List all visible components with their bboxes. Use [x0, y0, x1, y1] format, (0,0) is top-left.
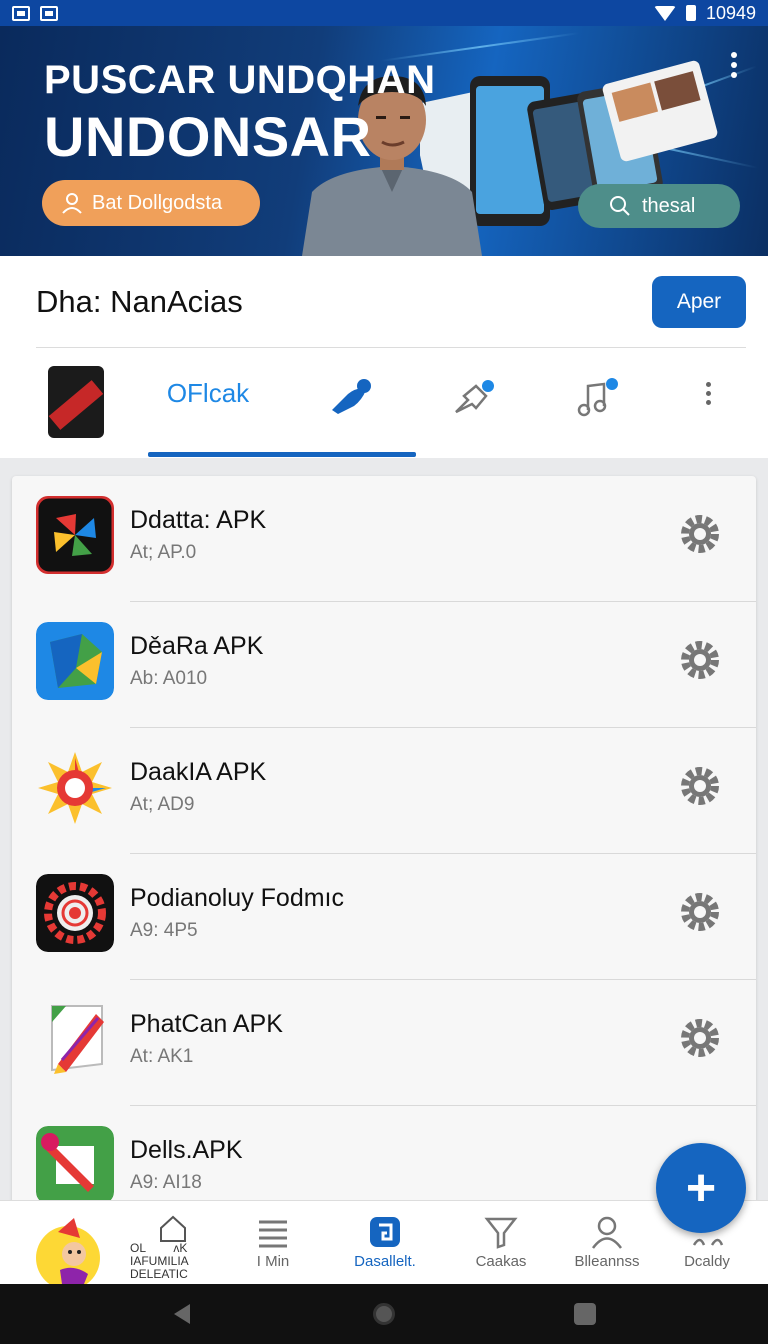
list-icon	[259, 1220, 287, 1248]
gallery-notification-icon	[40, 5, 58, 21]
caption-line: DELEATIC	[130, 1267, 188, 1281]
app-screen: 10949 PUSCAR UNDQHAN UNDONSAR Bat Dollgo…	[0, 0, 768, 1344]
app-subtitle: At; AP.0	[130, 542, 197, 563]
nav-item-caakas[interactable]: Caakas	[446, 1209, 556, 1281]
settings-gear-icon[interactable]	[678, 512, 722, 556]
hero-search-button[interactable]: thesal	[578, 184, 740, 228]
plus-icon: +	[685, 1159, 717, 1217]
status-time: 10949	[705, 2, 756, 23]
list-item[interactable]: Ddatta: APK At; AP.0	[12, 476, 756, 602]
nav-label: Dasallelt.	[354, 1253, 416, 1270]
funnel-icon	[484, 1217, 518, 1249]
folded-map-icon	[36, 622, 114, 700]
hero-title-line1: PUSCAR UNDQHAN	[44, 58, 436, 102]
tab-indicator	[148, 452, 416, 457]
home-button-icon[interactable]	[373, 1303, 395, 1325]
app-subtitle: Ab: A010	[130, 668, 208, 689]
recents-icon[interactable]	[574, 1303, 596, 1325]
rocket-icon[interactable]	[326, 374, 374, 420]
person-icon	[591, 1216, 623, 1249]
pin-icon[interactable]	[450, 374, 498, 420]
wifi-icon	[653, 5, 676, 21]
app-name: Podianoluy Fodmıc	[130, 884, 345, 912]
app-name: PhatCan APK	[130, 1010, 283, 1038]
settings-gear-icon[interactable]	[678, 1016, 722, 1060]
hero-primary-button[interactable]: Bat Dollgodsta	[42, 180, 260, 226]
music-icon[interactable]	[574, 374, 622, 420]
tab-thumbnail[interactable]	[48, 366, 104, 438]
search-icon	[610, 196, 630, 216]
add-button[interactable]: +	[656, 1143, 746, 1233]
user-icon	[62, 193, 82, 214]
app-name: Ddatta: APK	[130, 506, 267, 534]
overflow-menu-icon[interactable]	[728, 52, 740, 78]
app-subtitle: At; AD9	[130, 794, 195, 815]
nav-label: Caakas	[475, 1253, 527, 1270]
notification-icon	[12, 5, 30, 21]
settings-gear-icon[interactable]	[678, 890, 722, 934]
hero-primary-label: Bat Dollgodsta	[92, 191, 223, 214]
app-list: Ddatta: APK At; AP.0 DěaRa APK Ab: A010	[12, 476, 756, 1216]
app-subtitle: A9: AI18	[130, 1172, 202, 1193]
settings-gear-icon[interactable]	[678, 638, 722, 682]
list-item[interactable]: DaakIA APK At; AD9	[12, 728, 756, 854]
nav-label: Blleannss	[574, 1253, 640, 1270]
sun-ring-icon	[38, 752, 112, 824]
app-subtitle: At: AK1	[130, 1046, 194, 1067]
hero-title-line2: UNDONSAR	[44, 105, 372, 168]
pencil-icon	[51, 1005, 104, 1074]
nav-item-min[interactable]: I Min	[218, 1209, 328, 1281]
list-item[interactable]: DěaRa APK Ab: A010	[12, 602, 756, 728]
status-bar: 10949	[0, 0, 768, 26]
nav-item-blleannss[interactable]: Blleannss	[552, 1209, 662, 1281]
caption-line: OL	[130, 1241, 147, 1255]
section-header: Dha: NanAcias Aper OFlcak	[0, 256, 768, 458]
apply-button[interactable]: Aper	[652, 276, 746, 328]
nav-item-dasallelt[interactable]: Dasallelt.	[330, 1209, 440, 1281]
nav-label: Dcaldy	[684, 1253, 730, 1270]
nav-label: I Min	[256, 1253, 290, 1270]
back-icon[interactable]	[174, 1304, 190, 1324]
app-subtitle: A9: 4P5	[130, 920, 198, 941]
gear-target-icon	[36, 874, 114, 952]
battery-icon	[685, 5, 696, 21]
tab-active[interactable]: OFlcak	[148, 378, 268, 409]
green-brush-icon	[36, 1126, 114, 1204]
settings-gear-icon[interactable]	[678, 764, 722, 808]
page-title: Dha: NanAcias	[36, 284, 243, 319]
square-g-icon	[370, 1217, 400, 1247]
home-icon	[160, 1215, 186, 1242]
tab-overflow-icon[interactable]	[706, 382, 711, 405]
promo-caption: OL ʌK IAFUMILIA DELEATIC	[130, 1215, 200, 1281]
system-navigation-bar	[0, 1284, 768, 1344]
tab-bar: OFlcak	[0, 348, 768, 458]
app-name: DěaRa APK	[130, 632, 264, 660]
pinwheel-icon	[36, 496, 114, 574]
app-name: DaakIA APK	[130, 758, 267, 786]
hero-banner: PUSCAR UNDQHAN UNDONSAR Bat Dollgodsta t…	[0, 26, 768, 256]
list-item[interactable]: Podianoluy Fodmıc A9: 4P5	[12, 854, 756, 980]
hero-search-label: thesal	[642, 194, 696, 217]
mascot-avatar[interactable]	[34, 1218, 120, 1284]
app-name: Dells.APK	[130, 1136, 243, 1164]
list-item[interactable]: PhatCan APK At: AK1	[12, 980, 756, 1106]
